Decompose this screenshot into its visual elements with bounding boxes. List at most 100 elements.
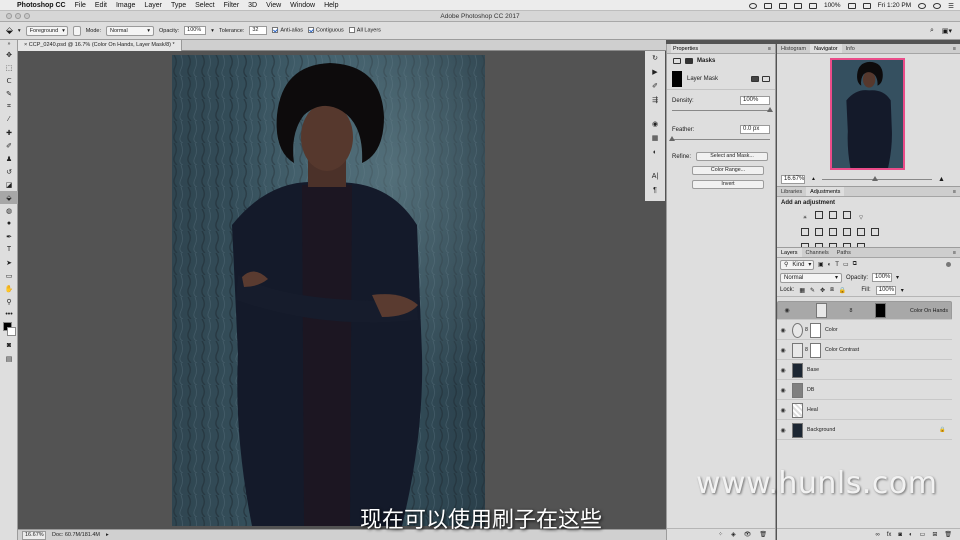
paragraph-panel-icon[interactable]: ¶	[645, 183, 665, 197]
layer-row-heal[interactable]: ◉ Heal	[777, 401, 952, 420]
pen-tool-icon[interactable]: ✒	[0, 230, 18, 243]
layer-row-background[interactable]: ◉ Background 🔒	[777, 421, 952, 440]
zoom-level-field[interactable]: 16.67%	[22, 530, 46, 540]
select-pixel-mask-icon[interactable]	[751, 75, 759, 82]
density-input[interactable]: 100%	[740, 96, 770, 105]
swatches-panel-icon[interactable]: ▦	[645, 131, 665, 145]
exposure-icon[interactable]	[843, 211, 851, 219]
tab-libraries[interactable]: Libraries	[777, 187, 806, 196]
layer-row-color-contrast[interactable]: ◉ 8 Color Contrast	[777, 341, 952, 360]
brightness-contrast-icon[interactable]: ☀	[801, 215, 809, 223]
fill-dropdown-icon[interactable]: ▾	[901, 287, 904, 294]
layer-name[interactable]: DB	[807, 387, 814, 393]
visibility-eye-icon[interactable]: ◉	[781, 301, 793, 320]
navigator-zoom-slider[interactable]	[821, 175, 932, 181]
vector-mask-icon[interactable]	[685, 58, 693, 64]
chain-link-icon[interactable]: 8	[805, 347, 808, 353]
menu-image[interactable]: Image	[116, 2, 135, 9]
lock-image-icon[interactable]: ✎	[810, 287, 815, 294]
feather-slider-knob[interactable]	[669, 136, 675, 141]
antialias-checkbox[interactable]: Anti-alias	[272, 27, 303, 34]
battery-icon[interactable]	[847, 2, 856, 9]
tab-layers[interactable]: Layers	[777, 248, 802, 257]
tab-channels[interactable]: Channels	[802, 248, 833, 257]
visibility-eye-icon[interactable]: ◉	[777, 321, 789, 340]
brushes-panel-icon[interactable]: ✐	[645, 79, 665, 93]
black-white-icon[interactable]	[829, 228, 837, 236]
menu-window[interactable]: Window	[290, 2, 315, 9]
hand-tool-icon[interactable]: ✋	[0, 282, 18, 295]
fill-input[interactable]: 100%	[875, 285, 896, 295]
document-tab[interactable]: × CCP_0240.psd @ 16.7% (Color On Hands, …	[18, 40, 182, 51]
menu-help[interactable]: Help	[324, 2, 338, 9]
fill-source-select[interactable]: Foreground ▾	[25, 25, 68, 36]
layer-opacity-input[interactable]: 100%	[872, 273, 893, 282]
brush-tool-icon[interactable]: ✐	[0, 139, 18, 152]
tab-paths[interactable]: Paths	[833, 248, 855, 257]
pattern-picker[interactable]	[72, 25, 81, 36]
spotlight-icon[interactable]	[918, 2, 927, 9]
bluetooth-icon[interactable]	[778, 2, 787, 9]
tab-histogram[interactable]: Histogram	[777, 44, 810, 53]
eyedropper-tool-icon[interactable]: ⁄	[0, 113, 18, 126]
layer-row-color[interactable]: ◉ 8 Color	[777, 321, 952, 340]
add-vector-mask-icon[interactable]	[762, 75, 770, 82]
zoom-out-mountain-icon[interactable]: ▲	[811, 176, 816, 182]
layer-mask-thumbnail[interactable]	[874, 303, 886, 318]
navigator-preview[interactable]	[830, 58, 905, 170]
filter-type-icon[interactable]: T	[835, 262, 839, 268]
airplay-icon[interactable]	[763, 2, 772, 9]
color-range-button[interactable]: Color Range...	[692, 166, 764, 175]
visibility-eye-icon[interactable]: ◉	[777, 401, 789, 420]
healing-brush-tool-icon[interactable]: ✚	[0, 126, 18, 139]
filter-toggle-icon[interactable]	[946, 262, 951, 267]
chain-link-icon[interactable]: 8	[805, 327, 808, 333]
workspace-switcher-icon[interactable]: ▣▾	[942, 27, 952, 35]
more-tools-icon[interactable]: •••	[0, 308, 18, 321]
notification-center-icon[interactable]: ☰	[948, 2, 954, 10]
background-color-swatch[interactable]	[7, 327, 16, 336]
visibility-eye-icon[interactable]: ◉	[777, 361, 789, 380]
opacity-dropdown-icon[interactable]: ▾	[896, 274, 899, 281]
close-window-icon[interactable]	[6, 13, 12, 19]
filter-pixel-icon[interactable]: ▣	[818, 261, 824, 268]
link-layers-icon[interactable]: ∞	[875, 532, 879, 538]
minimize-window-icon[interactable]	[15, 13, 21, 19]
color-lookup-icon[interactable]	[871, 228, 879, 236]
clone-stamp-tool-icon[interactable]: ♟	[0, 152, 18, 165]
curves-icon[interactable]	[829, 211, 837, 219]
vibrance-icon[interactable]: ▽	[857, 215, 865, 223]
search-icon[interactable]: ⌕	[930, 27, 934, 35]
type-tool-icon[interactable]: T	[0, 243, 18, 256]
tab-info[interactable]: Info	[842, 44, 859, 53]
new-layer-icon[interactable]: ⊞	[932, 531, 937, 538]
navigator-zoom-field[interactable]: 16.67%	[781, 174, 805, 184]
filter-shape-icon[interactable]: ▭	[843, 261, 849, 268]
color-swatches[interactable]	[0, 321, 18, 339]
color-balance-icon[interactable]	[815, 228, 823, 236]
layer-filter-select[interactable]: ⚲ Kind ▾	[780, 259, 814, 270]
delete-mask-icon[interactable]: 🗑	[759, 531, 767, 538]
clock[interactable]: Fri 1:20 PM	[878, 2, 912, 9]
layer-name[interactable]: Color	[825, 327, 838, 333]
move-tool-icon[interactable]: ✥	[0, 48, 18, 61]
menu-filter[interactable]: Filter	[224, 2, 240, 9]
load-selection-icon[interactable]: ⁘	[718, 531, 723, 538]
lock-transparent-icon[interactable]: ▦	[799, 287, 805, 294]
panel-menu-icon[interactable]: ≡	[953, 248, 956, 257]
actions-panel-icon[interactable]: ▶	[645, 65, 665, 79]
lasso-tool-icon[interactable]: ᑕ	[0, 74, 18, 87]
layer-mask-thumbnail[interactable]	[672, 70, 682, 87]
visibility-eye-icon[interactable]: 👁	[744, 531, 752, 538]
photo-filter-icon[interactable]	[843, 228, 851, 236]
app-menu[interactable]: Photoshop CC	[17, 2, 66, 9]
tab-properties[interactable]: Properties	[671, 44, 701, 53]
styles-panel-icon[interactable]: ◉	[645, 117, 665, 131]
menu-layer[interactable]: Layer	[144, 2, 162, 9]
new-group-icon[interactable]: ▭	[920, 531, 926, 538]
tab-navigator[interactable]: Navigator	[810, 44, 842, 53]
layer-row-color-on-hands[interactable]: ◉ 8 Color On Hands	[777, 301, 952, 320]
filter-adjustment-icon[interactable]: ◐	[828, 262, 832, 268]
zoom-window-icon[interactable]	[24, 13, 30, 19]
status-app-icon[interactable]	[748, 2, 757, 9]
